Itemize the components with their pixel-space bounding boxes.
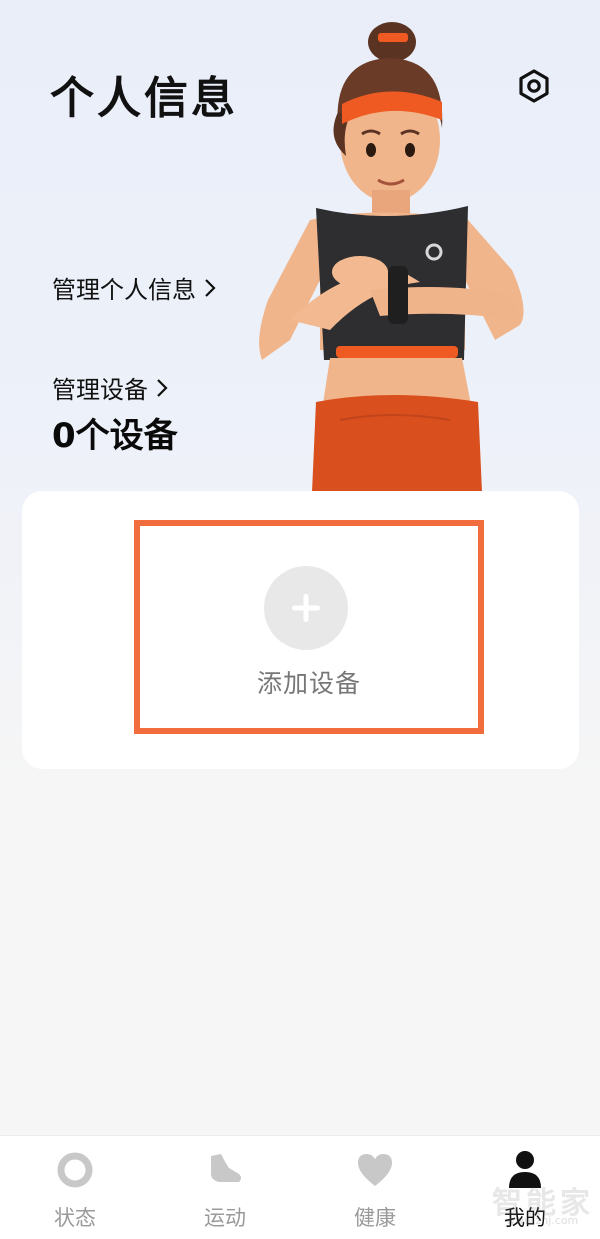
add-circle: [264, 566, 348, 650]
add-device-button[interactable]: 添加设备: [134, 520, 484, 734]
manage-devices-label: 管理设备: [52, 376, 148, 404]
manage-profile-label: 管理个人信息: [52, 276, 196, 304]
heart-icon: [355, 1150, 395, 1190]
manage-profile-link[interactable]: 管理个人信息: [52, 270, 216, 305]
nav-label-health: 健康: [354, 1206, 396, 1230]
ring-icon: [55, 1150, 95, 1190]
plus-icon: [292, 594, 320, 622]
add-device-label: 添加设备: [256, 669, 361, 698]
page-title: 个人信息: [50, 73, 238, 124]
nav-item-health[interactable]: 健康: [300, 1136, 450, 1239]
nav-label-exercise: 运动: [204, 1206, 246, 1230]
manage-devices-link[interactable]: 管理设备: [52, 370, 168, 405]
nav-item-exercise[interactable]: 运动: [150, 1136, 300, 1239]
fitness-avatar-illustration: [259, 22, 524, 492]
shoe-icon: [205, 1150, 245, 1190]
nav-item-status[interactable]: 状态: [0, 1136, 150, 1239]
chevron-right-icon: [205, 278, 216, 297]
chevron-right-icon: [157, 378, 168, 397]
nav-label-status: 状态: [54, 1206, 96, 1230]
device-count: 0个设备: [52, 416, 178, 456]
watermark-url: www.znj.com: [506, 1214, 579, 1227]
profile-header: 个人信息 管理个人信息 管理设备 0个设备: [0, 0, 600, 492]
